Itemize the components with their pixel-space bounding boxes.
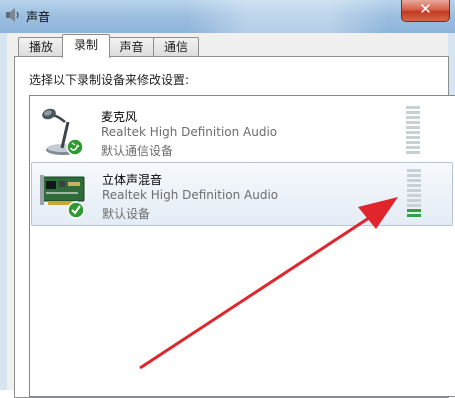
- title-bar-glow: [188, 0, 388, 33]
- tab-playback[interactable]: 播放: [18, 37, 64, 57]
- speaker-icon: [6, 8, 19, 22]
- meter-segment: [407, 204, 421, 207]
- meter-segment: [406, 111, 420, 114]
- sound-card-icon: [40, 175, 85, 219]
- meter-segment: [407, 189, 421, 192]
- meter-segment: [407, 184, 421, 187]
- meter-segment: [406, 126, 420, 129]
- meter-segment: [407, 179, 421, 182]
- tab-recording[interactable]: 录制: [62, 34, 110, 58]
- device-list[interactable]: 麦克风 Realtek High Definition Audio 默认通信设备: [29, 95, 455, 397]
- meter-segment: [407, 169, 421, 172]
- device-name: 立体声混音: [102, 173, 163, 187]
- title-bar[interactable]: 声音 ✕: [0, 0, 455, 33]
- tab-label: 录制: [73, 38, 98, 52]
- meter-segment: [407, 174, 421, 177]
- window-frame: 播放 录制 声音 通信 选择以下录制设备来修改设置: 麦克风 Realtek H…: [0, 33, 455, 398]
- meter-segment: [407, 194, 421, 197]
- device-item-stereo-mix[interactable]: 立体声混音 Realtek High Definition Audio 默认设备: [31, 162, 453, 226]
- tab-label: 声音: [119, 40, 144, 54]
- tab-communications[interactable]: 通信: [153, 37, 199, 57]
- meter-segment: [406, 106, 420, 109]
- close-button[interactable]: ✕: [401, 0, 450, 22]
- device-item-microphone[interactable]: 麦克风 Realtek High Definition Audio 默认通信设备: [31, 100, 451, 162]
- level-meter: [406, 106, 420, 156]
- device-driver: Realtek High Definition Audio: [102, 188, 279, 202]
- device-status: 默认设备: [102, 207, 151, 221]
- device-driver: Realtek High Definition Audio: [101, 125, 278, 139]
- level-meter: [407, 169, 421, 219]
- device-status: 默认通信设备: [101, 144, 174, 158]
- tab-label: 播放: [28, 40, 53, 54]
- meter-segment-lit: [407, 209, 421, 212]
- device-name: 麦克风: [101, 110, 138, 124]
- tab-label: 通信: [163, 40, 188, 54]
- window-title: 声音: [26, 10, 51, 24]
- meter-segment: [406, 141, 420, 144]
- instruction-text: 选择以下录制设备来修改设置:: [29, 73, 190, 87]
- meter-segment: [406, 131, 420, 134]
- meter-segment: [407, 199, 421, 202]
- microphone-icon: [42, 108, 84, 156]
- dialog-body: 播放 录制 声音 通信 选择以下录制设备来修改设置: 麦克风 Realtek H…: [7, 33, 455, 398]
- close-icon: ✕: [419, 0, 432, 18]
- tab-sounds[interactable]: 声音: [108, 37, 155, 57]
- meter-segment: [406, 121, 420, 124]
- meter-segment: [406, 151, 420, 154]
- meter-segment: [406, 136, 420, 139]
- meter-segment-lit: [407, 214, 421, 217]
- meter-segment: [406, 116, 420, 119]
- meter-segment: [406, 146, 420, 149]
